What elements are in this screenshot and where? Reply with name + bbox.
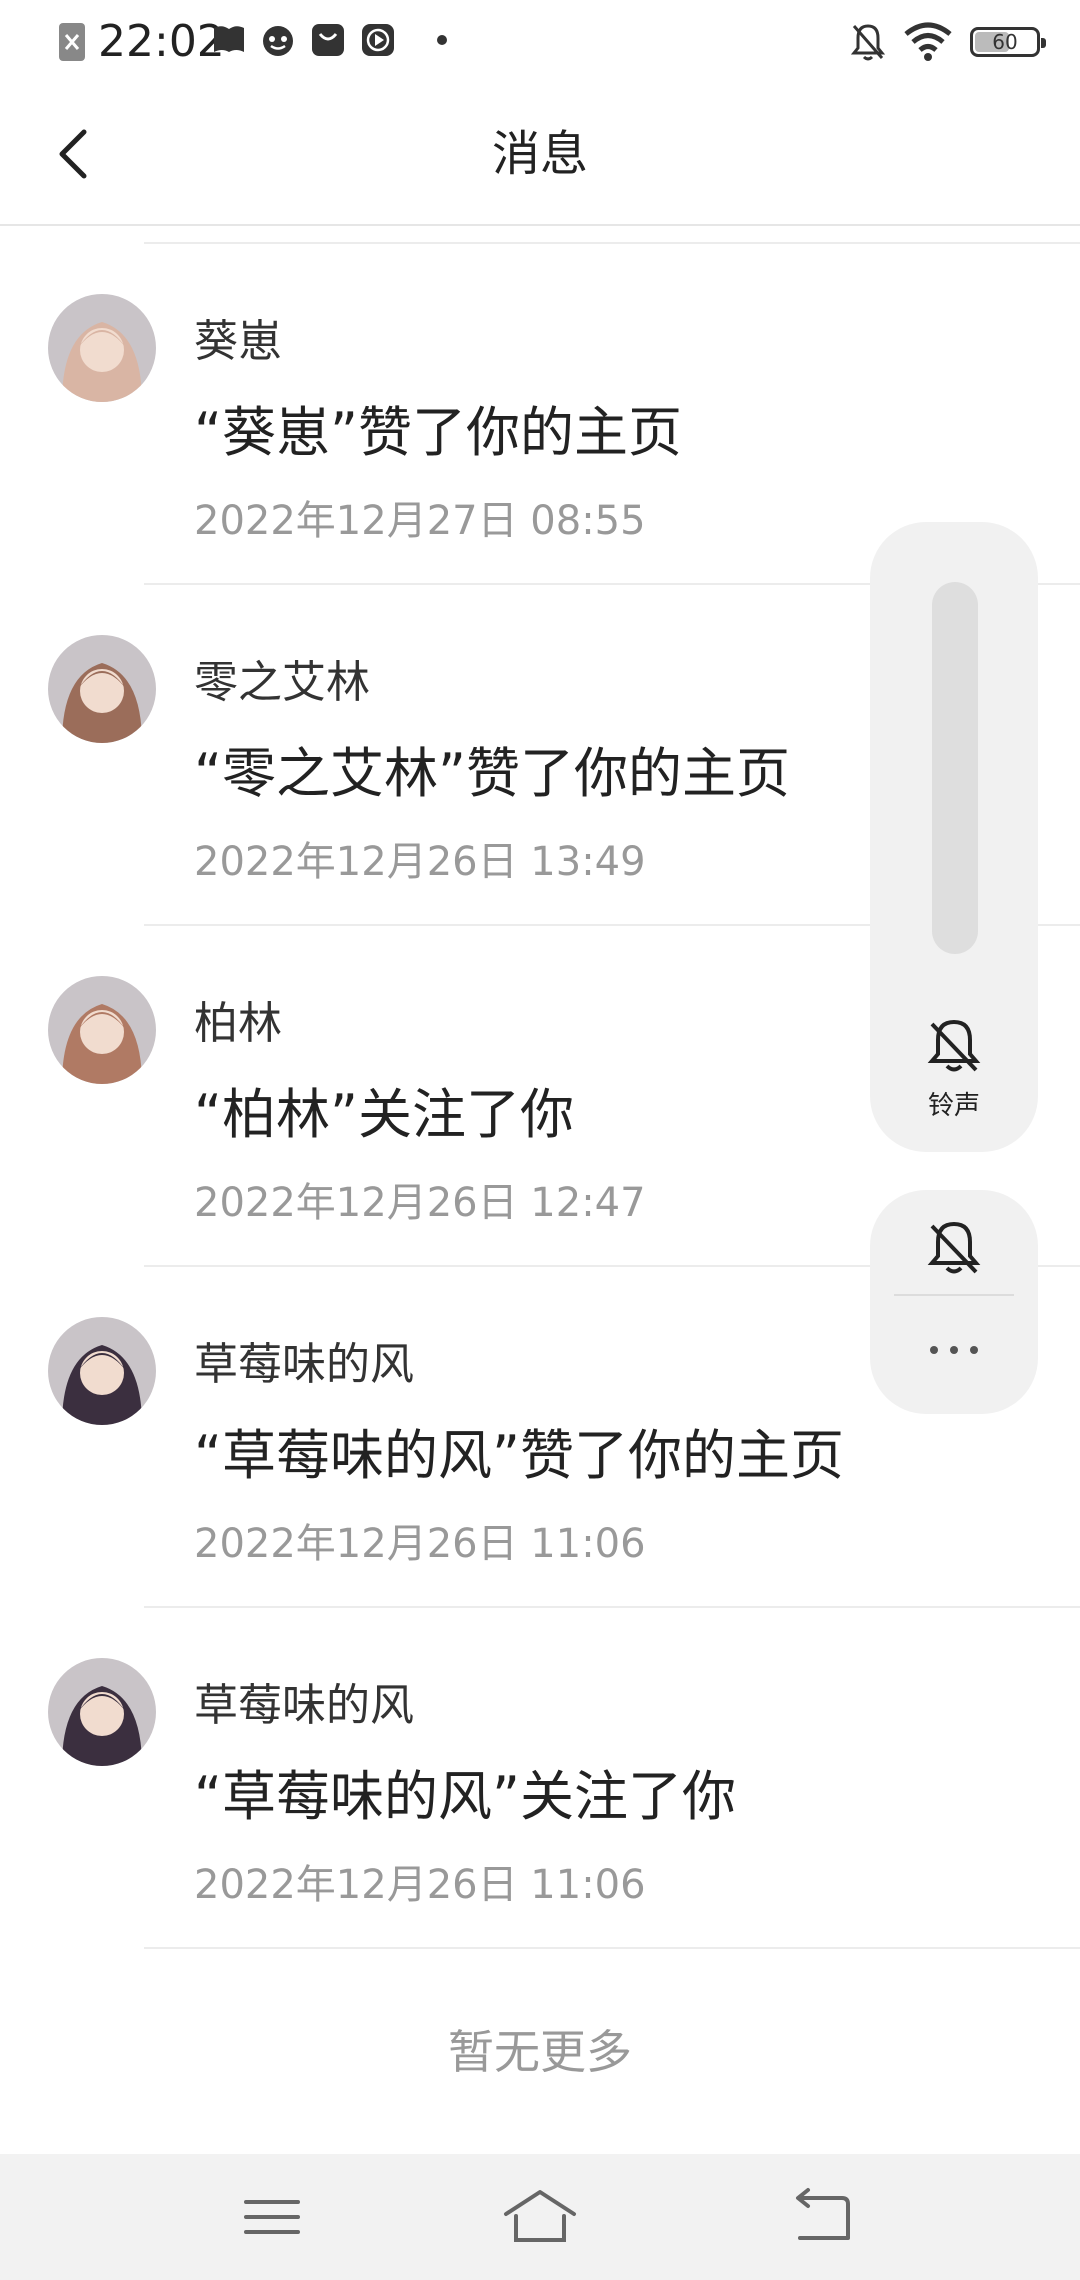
sender-name: 零之艾林 [194,657,370,708]
message-text: “草莓味的风”关注了你 [194,1765,736,1828]
message-time: 2022年12月26日 11:06 [194,1521,646,1567]
status-time: 22:02 [98,16,225,67]
status-bar: 22:02 60 [0,0,1080,84]
sender-name: 柏林 [194,998,282,1049]
play-icon [362,24,394,56]
avatar[interactable] [48,976,156,1084]
menu-icon[interactable] [232,2182,312,2252]
header: 消息 [0,84,1080,226]
bag-icon [312,24,344,56]
dot-icon [437,35,447,45]
divider [894,1294,1014,1296]
divider [144,1947,1080,1949]
sender-name: 草莓味的风 [194,1680,414,1731]
wifi-icon [904,22,952,61]
divider [144,226,1080,244]
no-more-label: 暂无更多 [448,2025,632,2079]
ringtone-mute-bell-icon[interactable] [920,1012,988,1080]
avatar[interactable] [48,635,156,743]
face-app-icon [263,26,293,56]
message-time: 2022年12月26日 13:49 [194,839,646,885]
sender-name: 葵崽 [194,316,282,367]
mute-bell-icon[interactable] [920,1214,988,1282]
x-close-icon [59,23,85,61]
message-time: 2022年12月27日 08:55 [194,498,646,544]
avatar[interactable] [48,294,156,402]
volume-panel-secondary [870,1190,1038,1414]
ringtone-label: 铃声 [927,1091,980,1121]
message-text: “葵崽”赞了你的主页 [194,401,682,464]
avatar[interactable] [48,1317,156,1425]
mute-bell-icon [850,24,886,61]
more-options-icon[interactable] [924,1320,984,1380]
volume-slider[interactable] [932,582,978,954]
home-icon[interactable] [500,2182,580,2252]
back-nav-icon[interactable] [782,2182,862,2252]
message-time: 2022年12月26日 11:06 [194,1862,646,1908]
battery-level: 60 [992,30,1018,54]
avatar[interactable] [48,1658,156,1766]
volume-panel: 铃声 [870,522,1038,1152]
message-text: “柏林”关注了你 [194,1083,574,1146]
battery-icon: 60 [970,27,1046,57]
navigation-bar [0,2154,1080,2280]
page-title: 消息 [491,126,588,182]
message-text: “草莓味的风”赞了你的主页 [194,1424,844,1487]
message-text: “零之艾林”赞了你的主页 [194,742,790,805]
list-item[interactable]: 草莓味的风 “草莓味的风”关注了你 2022年12月26日 11:06 [0,1608,1080,1949]
status-right-icons: 60 [850,18,1046,66]
message-time: 2022年12月26日 12:47 [194,1180,646,1226]
sender-name: 草莓味的风 [194,1339,414,1390]
book-icon [214,26,244,52]
